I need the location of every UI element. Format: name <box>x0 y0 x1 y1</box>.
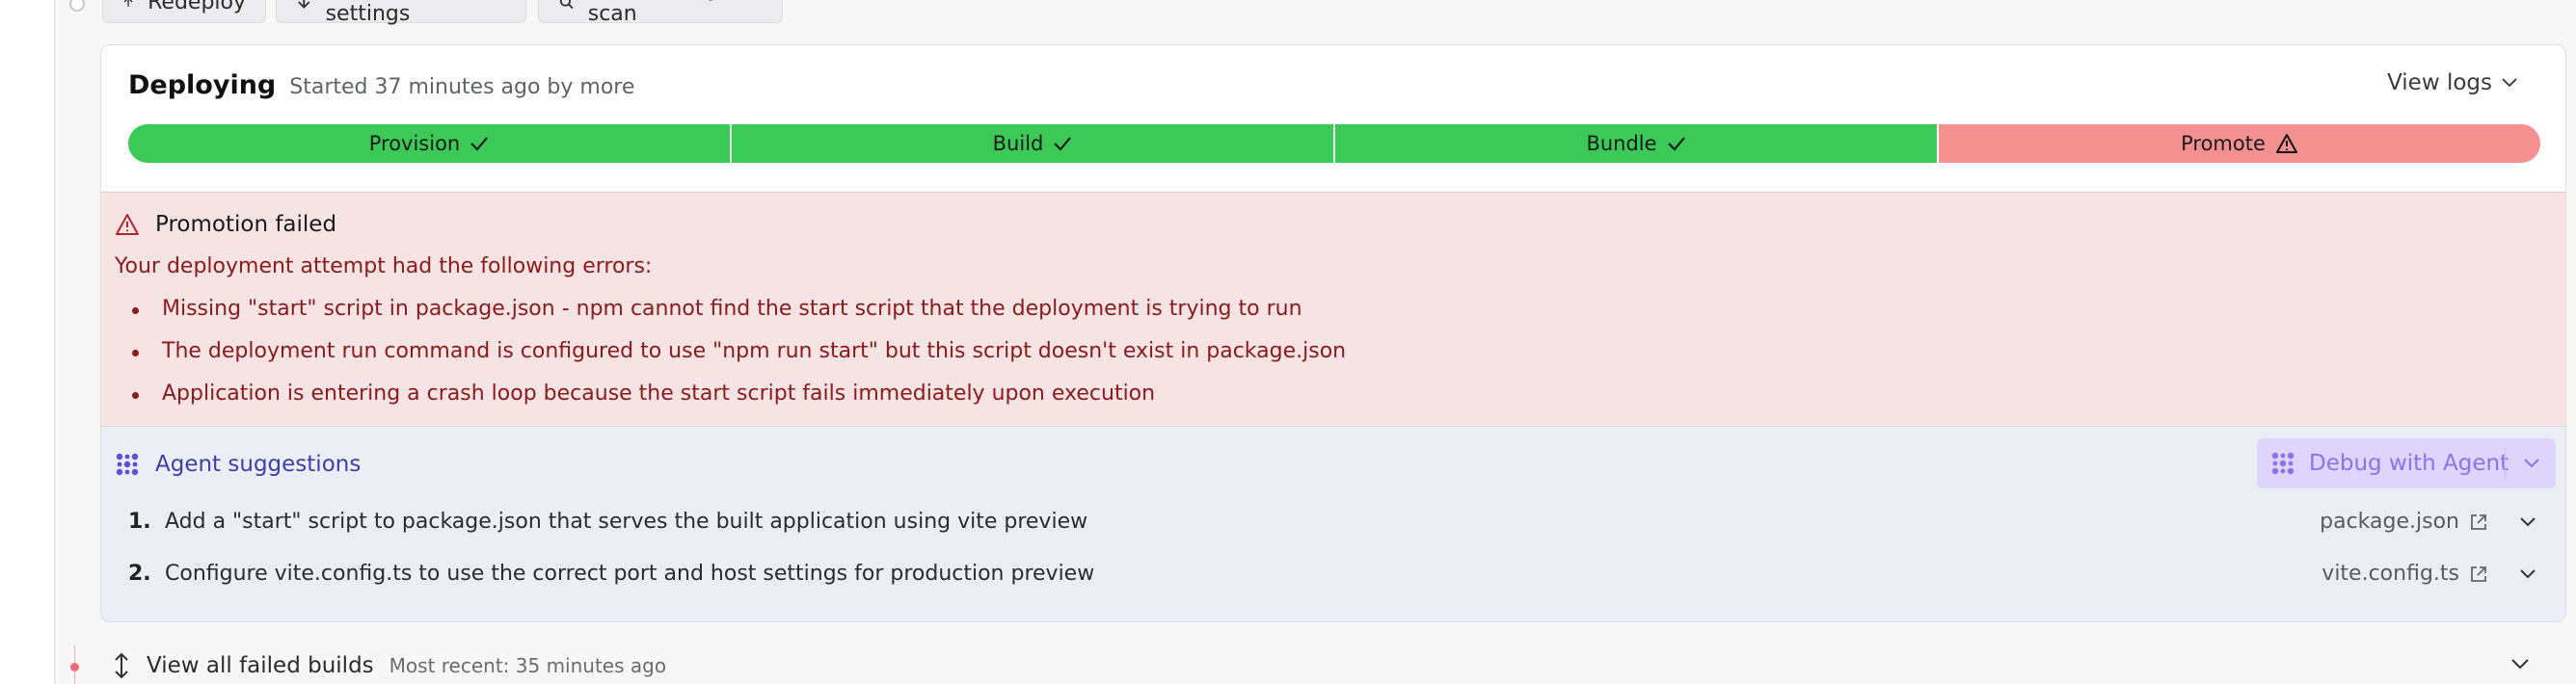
suggestion-file: vite.config.ts <box>2321 562 2459 586</box>
timeline-node <box>69 0 85 12</box>
bullet <box>132 392 139 399</box>
deployment-panel: Deploying Started 37 minutes ago by more… <box>100 44 2566 622</box>
suggestion-file-link[interactable]: package.json <box>2320 510 2488 534</box>
suggestion-text: Configure vite.config.ts to use the corr… <box>165 562 1095 586</box>
redeploy-button[interactable]: Redeploy <box>102 0 266 23</box>
error-item-text: The deployment run command is configured… <box>162 339 1347 363</box>
advanced-settings-button[interactable]: Advanced settings <box>276 0 526 26</box>
debug-with-agent-label: Debug with Agent <box>2309 451 2509 476</box>
step-label: Build <box>992 132 1044 155</box>
divider <box>2505 448 2506 479</box>
deployment-subtitle: Started 37 minutes ago by more <box>289 75 635 99</box>
error-item: The deployment run command is configured… <box>115 339 1346 381</box>
arrow-down-icon <box>298 0 310 9</box>
step-label: Promote <box>2181 132 2266 155</box>
step-label: Provision <box>368 132 461 155</box>
suggestion-number: 1. <box>128 510 151 534</box>
suggestion-text: Add a "start" script to package.json tha… <box>165 510 1088 534</box>
bullet <box>132 350 139 356</box>
redeploy-label: Redeploy <box>148 0 246 14</box>
view-failed-builds-row[interactable]: View all failed builds Most recent: 35 m… <box>112 651 666 680</box>
timeline-failed-node <box>70 663 79 671</box>
error-title: Promotion failed <box>155 212 337 237</box>
timeline-rail <box>54 0 56 684</box>
expand-vertical-icon <box>115 652 128 679</box>
error-header: Promotion failed <box>115 212 336 237</box>
check-icon <box>470 137 489 151</box>
external-link-icon <box>2471 566 2486 582</box>
suggestion-file-link[interactable]: vite.config.ts <box>2321 562 2488 586</box>
view-failed-builds-label: View all failed builds <box>147 653 374 678</box>
error-lead: Your deployment attempt had the followin… <box>115 254 653 278</box>
agent-suggestions-header: Agent suggestions <box>115 452 361 477</box>
deployment-stepper: Provision Build Bundle Promote <box>128 124 2540 163</box>
error-item-text: Missing "start" script in package.json -… <box>162 297 1302 321</box>
agent-suggestions-title: Agent suggestions <box>155 452 362 477</box>
agent-grid-icon <box>2271 452 2294 475</box>
check-icon <box>1054 137 1072 151</box>
step-build: Build <box>730 124 1333 163</box>
chevron-down-icon[interactable] <box>2519 515 2536 529</box>
step-promote: Promote <box>1937 124 2540 163</box>
advanced-settings-label: Advanced settings <box>325 0 431 26</box>
deployment-status: Deploying <box>128 70 277 100</box>
view-logs-label: View logs <box>2387 70 2492 95</box>
warning-icon <box>116 214 139 235</box>
error-item: Application is entering a crash loop bec… <box>115 381 1346 424</box>
warning-icon <box>2275 134 2297 153</box>
suggestion-item[interactable]: 1. Add a "start" script to package.json … <box>128 510 1087 534</box>
error-section: Promotion failed Your deployment attempt… <box>101 192 2565 427</box>
chevron-down-icon[interactable] <box>2519 567 2536 581</box>
step-bundle: Bundle <box>1333 124 1937 163</box>
suggestion-number: 2. <box>128 562 151 586</box>
deployment-header: Deploying Started 37 minutes ago by more <box>128 70 634 100</box>
chevron-down-icon <box>2502 78 2517 88</box>
error-item-text: Application is entering a crash loop bec… <box>162 381 1156 406</box>
bullet <box>132 307 139 314</box>
suggestion-item[interactable]: 2. Configure vite.config.ts to use the c… <box>128 562 1094 586</box>
security-scan-button[interactable]: Run security scan <box>538 0 783 26</box>
check-icon <box>1667 137 1685 151</box>
step-provision: Provision <box>128 124 730 163</box>
error-list: Missing "start" script in package.json -… <box>115 297 1346 424</box>
arrow-up-icon <box>123 0 133 7</box>
step-label: Bundle <box>1586 132 1657 155</box>
failed-builds-recent: Most recent: 35 minutes ago <box>389 654 667 677</box>
scan-icon <box>559 0 574 10</box>
error-item: Missing "start" script in package.json -… <box>115 297 1346 339</box>
agent-grid-icon <box>116 453 139 476</box>
agent-suggestions-section: Agent suggestions Debug with Agent 1. Ad… <box>101 427 2565 621</box>
external-link-icon <box>2471 513 2486 530</box>
security-scan-label: Run security scan <box>587 0 720 26</box>
chevron-down-icon[interactable] <box>2523 452 2540 475</box>
view-logs-button[interactable]: View logs <box>2387 70 2517 95</box>
chevron-down-icon[interactable] <box>2510 657 2530 671</box>
suggestion-file: package.json <box>2320 510 2459 534</box>
debug-with-agent-button[interactable]: Debug with Agent <box>2257 438 2556 488</box>
timeline-gutter <box>0 0 85 684</box>
